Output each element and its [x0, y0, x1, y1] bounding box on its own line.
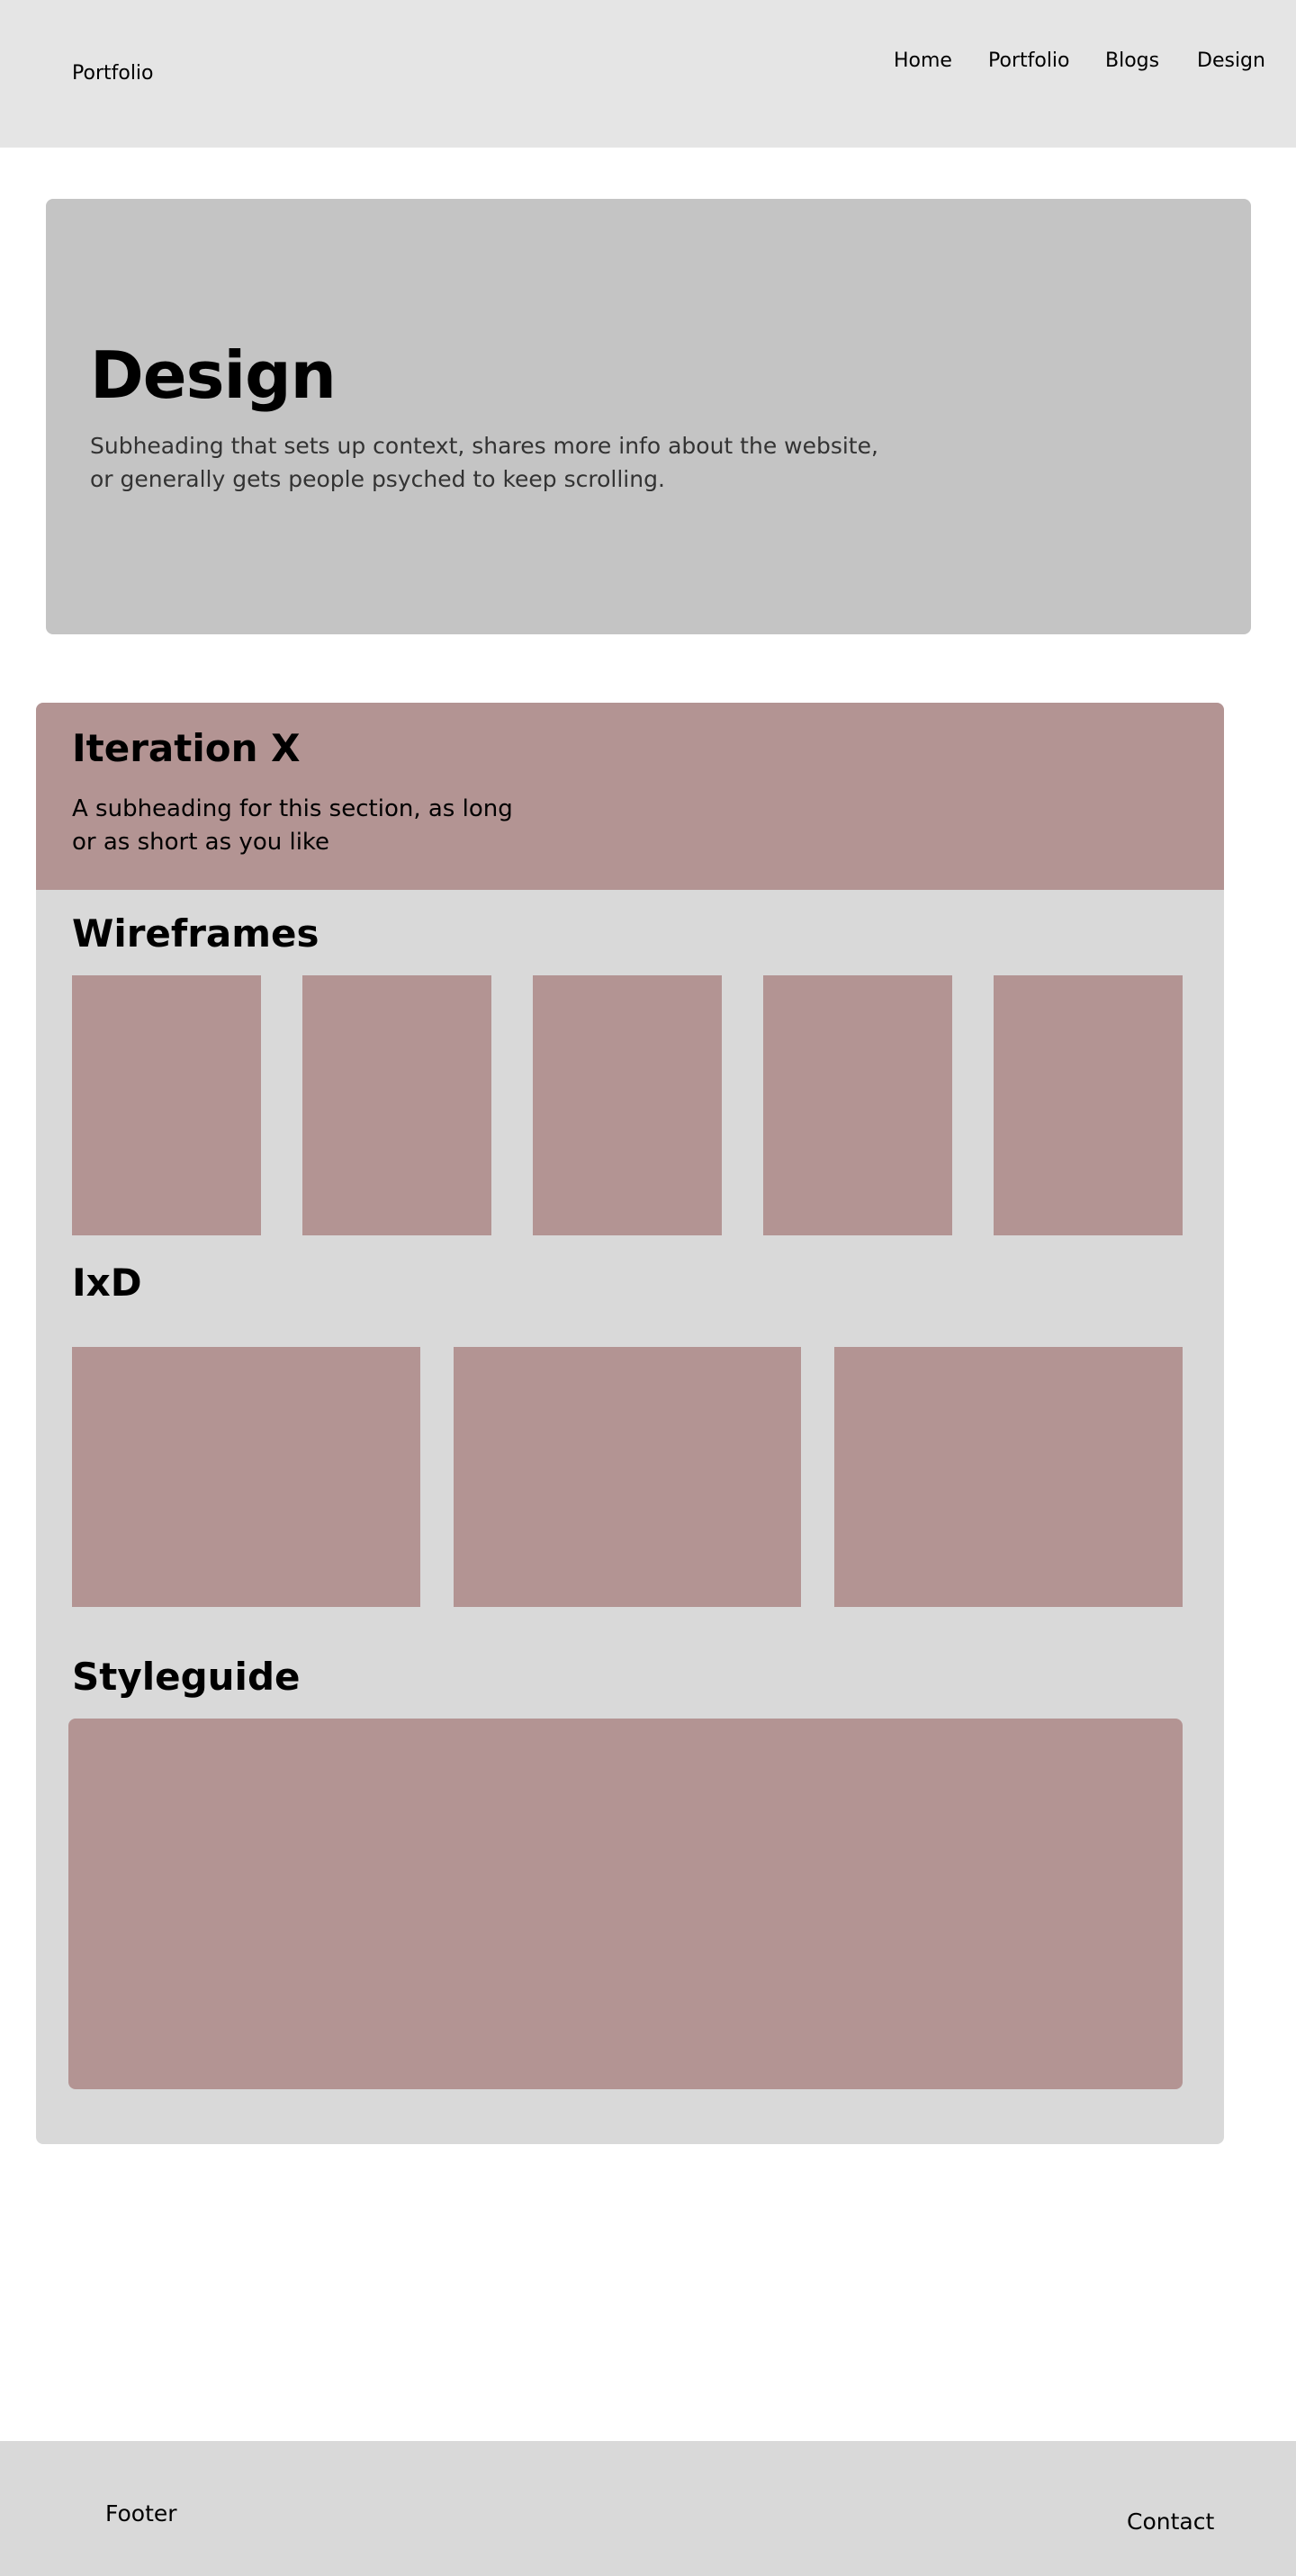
ixd-thumbnail[interactable] — [454, 1347, 801, 1607]
wireframe-thumbnail[interactable] — [302, 975, 491, 1235]
wireframe-thumbnail[interactable] — [72, 975, 261, 1235]
nav-design[interactable]: Design — [1197, 48, 1265, 75]
hero-subtitle: Subheading that sets up context, shares … — [90, 433, 878, 492]
site-header — [0, 0, 1296, 148]
contact-link[interactable]: Contact — [1127, 2507, 1214, 2537]
iteration-subtitle: A subheading for this section, as long o… — [72, 795, 513, 856]
ixd-thumbnail[interactable] — [72, 1347, 420, 1607]
wireframes-title: Wireframes — [72, 911, 320, 956]
ixd-title: IxD — [72, 1261, 142, 1305]
nav-portfolio[interactable]: Portfolio — [988, 48, 1070, 75]
wireframe-thumbnail[interactable] — [763, 975, 952, 1235]
brand-logo-text[interactable]: Portfolio — [72, 60, 154, 87]
wireframe-thumbnail[interactable] — [994, 975, 1183, 1235]
site-footer — [0, 2441, 1296, 2576]
hero-title: Design — [90, 337, 337, 413]
footer-label: Footer — [105, 2500, 177, 2527]
nav-home[interactable]: Home — [894, 48, 952, 75]
styleguide-preview[interactable] — [68, 1719, 1183, 2089]
iteration-title: Iteration X — [72, 726, 301, 770]
nav-blogs[interactable]: Blogs — [1105, 48, 1159, 75]
wireframe-thumbnail[interactable] — [533, 975, 722, 1235]
styleguide-title: Styleguide — [72, 1655, 301, 1699]
ixd-thumbnail[interactable] — [834, 1347, 1183, 1607]
hero-banner — [46, 199, 1251, 634]
